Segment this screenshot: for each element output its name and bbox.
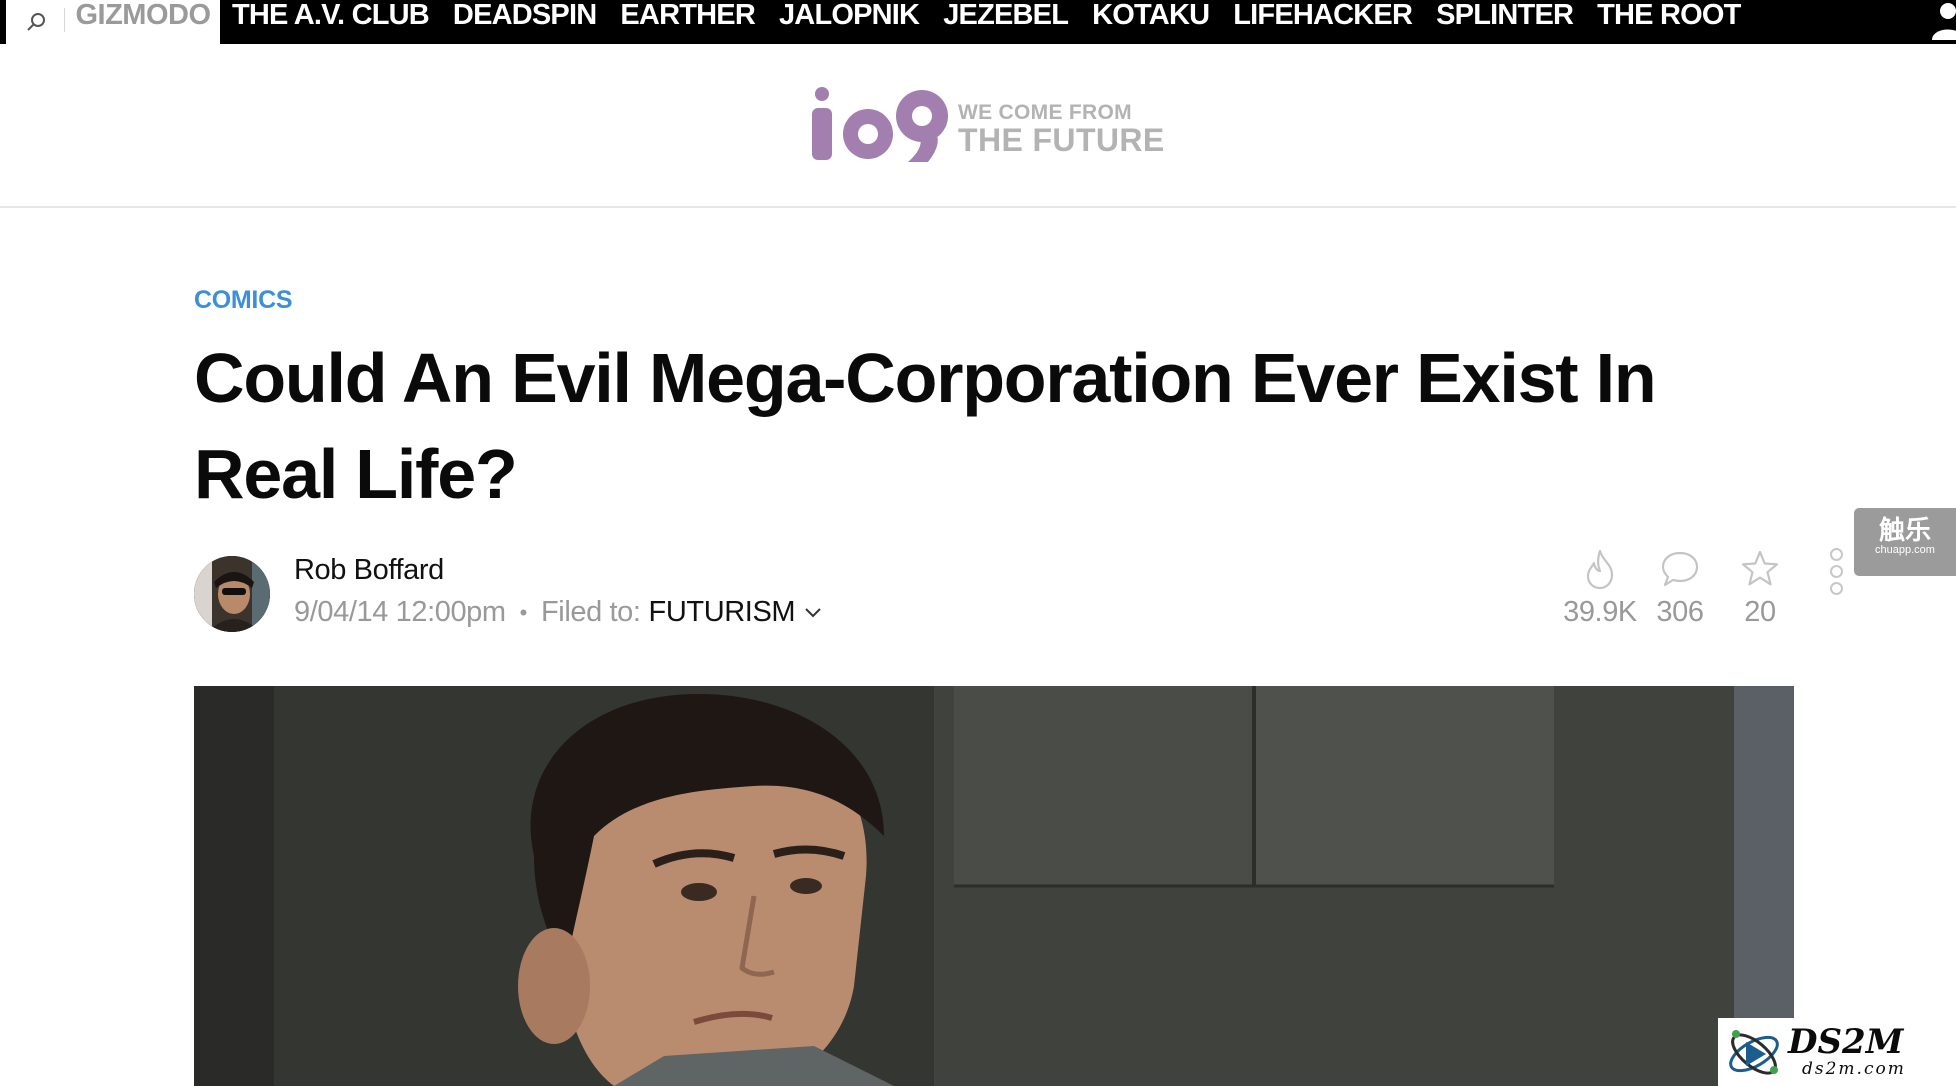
flame-icon [1586,549,1614,590]
nav-link-lifehacker[interactable]: LIFEHACKER [1233,0,1413,44]
star-icon [1741,550,1779,586]
filed-to-label: Filed to: [540,596,641,628]
article-meta: 9/04/14 12:00pm • Filed to: FUTURISM [294,596,823,629]
article-hero-image [194,686,1794,1086]
chuapp-badge[interactable]: 触乐 chuapp.com [1854,508,1956,576]
nav-link-kotaku[interactable]: KOTAKU [1092,0,1210,44]
publish-date[interactable]: 9/04/14 12:00pm [294,596,506,629]
watermark-title: DS2M [1788,1022,1904,1062]
avatar-image [194,556,270,632]
header-divider [0,206,1956,208]
search-button[interactable] [0,0,66,44]
category-link[interactable]: COMICS [194,286,293,315]
search-icon [27,13,45,31]
network-site-links: THE A.V. CLUB DEADSPIN EARTHER JALOPNIK … [232,0,1765,44]
nav-link-splinter[interactable]: SPLINTER [1436,0,1574,44]
filed-to-tag[interactable]: FUTURISM [649,596,796,629]
nav-link-gizmodo[interactable]: GIZMODO [66,0,220,44]
comments-count: 306 [1656,596,1704,628]
views-count: 39.9K [1563,596,1637,628]
stars-count: 20 [1744,596,1776,628]
chuapp-badge-main: 触乐 [1878,515,1931,545]
ds2m-watermark: DS2M ds2m.com [1718,1018,1956,1086]
tagline-line-2: THE FUTURE [958,122,1165,158]
network-nav-bar: GIZMODO THE A.V. CLUB DEADSPIN EARTHER J… [0,0,1956,44]
hero-image-scene [194,686,1794,1086]
meta-separator: • [519,599,528,625]
author-name[interactable]: Rob Boffard [294,554,444,587]
article-title: Could An Evil Mega-Corporation Ever Exis… [194,339,1657,513]
watermark-url: ds2m.com [1802,1059,1906,1079]
more-options-icon[interactable] [1826,548,1846,600]
brand-tagline: WE COME FROM THE FUTURE [958,101,1165,158]
nav-link-av-club[interactable]: THE A.V. CLUB [232,0,430,44]
user-icon[interactable] [1920,0,1956,40]
nav-link-jalopnik[interactable]: JALOPNIK [779,0,920,44]
search-divider [64,8,65,32]
nav-link-jezebel[interactable]: JEZEBEL [943,0,1069,44]
views-stat[interactable]: 39.9K [1560,548,1640,629]
chuapp-badge-url: chuapp.com [1875,544,1935,556]
stars-stat[interactable]: 20 [1720,548,1800,629]
author-avatar[interactable] [194,556,270,632]
nav-link-earther[interactable]: EARTHER [620,0,755,44]
comments-stat[interactable]: 306 [1640,548,1720,629]
comment-icon [1661,551,1699,587]
nav-link-deadspin[interactable]: DEADSPIN [453,0,597,44]
io9-logo-mark [812,87,948,162]
tagline-line-1: WE COME FROM [958,101,1132,124]
site-logo[interactable]: WE COME FROM THE FUTURE [810,86,1170,162]
nav-link-the-root[interactable]: THE ROOT [1597,0,1741,44]
chevron-down-icon[interactable] [803,606,823,620]
ds2m-logo-icon [1729,1030,1779,1075]
